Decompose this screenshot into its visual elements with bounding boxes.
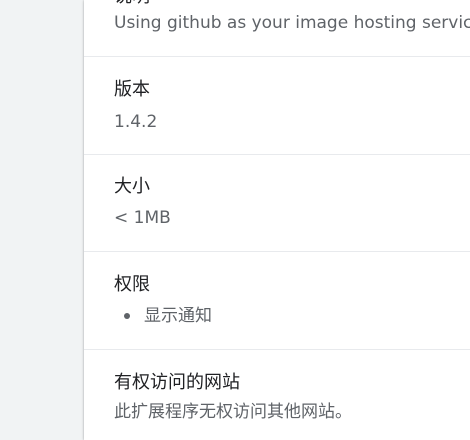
- extension-details-card: 说明 Using github as your image hosting se…: [84, 0, 470, 440]
- size-value: < 1MB: [114, 208, 171, 228]
- permission-item: 显示通知: [144, 306, 212, 326]
- divider: [84, 349, 470, 350]
- divider: [84, 251, 470, 252]
- bullet-icon: [124, 313, 130, 319]
- site-access-label: 有权访问的网站: [114, 372, 240, 393]
- divider: [84, 154, 470, 155]
- version-label: 版本: [114, 79, 150, 100]
- divider: [84, 56, 470, 57]
- size-label: 大小: [114, 176, 150, 197]
- site-access-value: 此扩展程序无权访问其他网站。: [114, 402, 352, 422]
- version-value: 1.4.2: [114, 112, 158, 132]
- permissions-label: 权限: [114, 274, 150, 295]
- description-value: Using github as your image hosting servi…: [114, 13, 470, 33]
- description-label: 说明: [114, 0, 150, 8]
